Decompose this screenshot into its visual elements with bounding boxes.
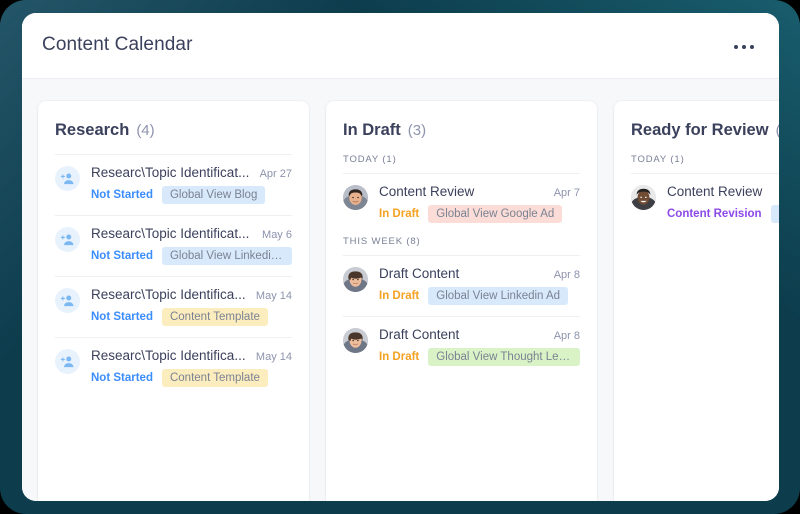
task-due-date: Apr 8 [553,330,580,342]
campaign-tag[interactable]: Global View Thought Lea... [428,348,580,366]
column-title: Ready for Review [631,121,769,139]
task-card[interactable]: Researc\Topic Identifica... May 14 Not Sta… [55,337,292,398]
column-count: (4) [136,122,155,139]
page-title: Content Calendar [42,34,193,55]
task-card[interactable]: Draft Content Apr 8 In Draft Global View Th… [343,316,580,377]
status-badge[interactable]: In Draft [379,208,419,220]
group-label: TODAY (1) [343,154,397,165]
task-meta-row: In Draft Global View Google Ad [379,205,580,223]
add-person-icon[interactable] [55,288,80,313]
task-card[interactable]: Researc\Topic Identificat... Apr 27 Not St… [55,154,292,215]
task-title-row: Content Review [667,184,779,199]
column-title: Research [55,121,130,139]
task-body: Researc\Topic Identifica... May 14 Not Sta… [91,348,292,387]
task-card[interactable]: Draft Content Apr 8 In Draft Global View Li… [343,255,580,316]
task-title-row: Researc\Topic Identifica... May 14 [91,348,292,363]
task-title-row: Researc\Topic Identifica... May 14 [91,287,292,302]
task-due-date: Apr 8 [553,269,580,281]
status-badge[interactable]: Not Started [91,250,153,262]
add-person-icon[interactable] [55,349,80,374]
campaign-tag[interactable]: Global View Linkedin Ad [428,287,569,305]
task-title[interactable]: Researc\Topic Identificat... [91,165,254,180]
kanban-board: Research (4) Researc\Topic Identificat... A… [22,79,779,501]
status-badge[interactable]: In Draft [379,351,419,363]
task-card[interactable]: Content Review Content Revision Glo [631,173,779,234]
task-due-date: May 14 [255,290,292,302]
task-due-date: Apr 7 [553,187,580,199]
avatar[interactable] [343,267,368,292]
add-person-icon[interactable] [55,227,80,252]
task-title-row: Researc\Topic Identificat... May 6 [91,226,292,241]
group-label: THIS WEEK (8) [343,236,421,247]
app-header: Content Calendar [22,13,779,79]
kebab-horizontal-icon[interactable] [727,39,761,55]
campaign-tag[interactable]: Global View Blog [161,186,266,204]
task-title-row: Draft Content Apr 8 [379,327,580,342]
task-title[interactable]: Researc\Topic Identifica... [91,287,250,302]
column-header: Research (4) [55,121,292,140]
campaign-tag[interactable]: Content Template [161,308,268,326]
task-body: Content Review Content Revision Glo [667,184,779,223]
device-frame: Content Calendar Research (4) Researc\Topi… [0,0,800,514]
task-title[interactable]: Content Review [667,184,779,199]
task-title[interactable]: Content Review [379,184,548,199]
campaign-tag[interactable]: Global View Linkedin Ad [161,247,292,265]
group-label: TODAY (1) [631,154,685,165]
task-due-date: May 6 [262,229,292,241]
task-meta-row: Not Started Global View Linkedin Ad [91,247,292,265]
task-due-date: Apr 27 [259,168,292,180]
task-meta-row: In Draft Global View Linkedin Ad [379,287,580,305]
board-column: Ready for Review (1) TODAY (1) Content Revi… [614,101,779,501]
task-title[interactable]: Researc\Topic Identifica... [91,348,250,363]
task-body: Researc\Topic Identificat... May 6 Not Sta… [91,226,292,265]
task-body: Content Review Apr 7 In Draft Global View G… [379,184,580,223]
task-meta-row: Not Started Content Template [91,369,292,387]
board-column: In Draft (3) TODAY (1) Content Review Apr 7 I… [326,101,597,501]
avatar[interactable] [631,185,656,210]
task-due-date: May 14 [255,351,292,363]
column-header: In Draft (3) [343,121,580,140]
status-badge[interactable]: In Draft [379,290,419,302]
task-body: Draft Content Apr 8 In Draft Global View Th… [379,327,580,366]
campaign-tag[interactable]: Content Template [161,369,268,387]
column-title: In Draft [343,121,401,139]
board-column: Research (4) Researc\Topic Identificat... A… [38,101,309,501]
task-title-row: Researc\Topic Identificat... Apr 27 [91,165,292,180]
campaign-tag[interactable]: Global View Google Ad [428,205,563,223]
task-meta-row: In Draft Global View Thought Lea... [379,348,580,366]
column-header: Ready for Review (1) [631,121,779,140]
task-meta-row: Not Started Content Template [91,308,292,326]
kebab-dot [750,45,754,49]
column-count: (1) [776,122,779,139]
task-title[interactable]: Draft Content [379,266,548,281]
task-card[interactable]: Researc\Topic Identificat... May 6 Not Sta… [55,215,292,276]
add-person-icon[interactable] [55,166,80,191]
task-body: Draft Content Apr 8 In Draft Global View Li… [379,266,580,305]
status-badge[interactable]: Not Started [91,311,153,323]
status-badge[interactable]: Not Started [91,372,153,384]
status-badge[interactable]: Content Revision [667,208,762,220]
avatar[interactable] [343,328,368,353]
task-title-row: Content Review Apr 7 [379,184,580,199]
kebab-dot [734,45,738,49]
task-title[interactable]: Draft Content [379,327,548,342]
task-card[interactable]: Researc\Topic Identifica... May 14 Not Sta… [55,276,292,337]
task-body: Researc\Topic Identifica... May 14 Not Sta… [91,287,292,326]
task-title-row: Draft Content Apr 8 [379,266,580,281]
task-body: Researc\Topic Identificat... Apr 27 Not St… [91,165,292,204]
task-card[interactable]: Content Review Apr 7 In Draft Global View G… [343,173,580,234]
avatar[interactable] [343,185,368,210]
campaign-tag[interactable]: Glo [770,205,779,223]
task-title[interactable]: Researc\Topic Identificat... [91,226,256,241]
app-window: Content Calendar Research (4) Researc\Topi… [22,13,779,501]
task-meta-row: Content Revision Glo [667,205,779,223]
kebab-dot [742,45,746,49]
column-count: (3) [407,122,427,139]
task-meta-row: Not Started Global View Blog [91,186,292,204]
status-badge[interactable]: Not Started [91,189,153,201]
